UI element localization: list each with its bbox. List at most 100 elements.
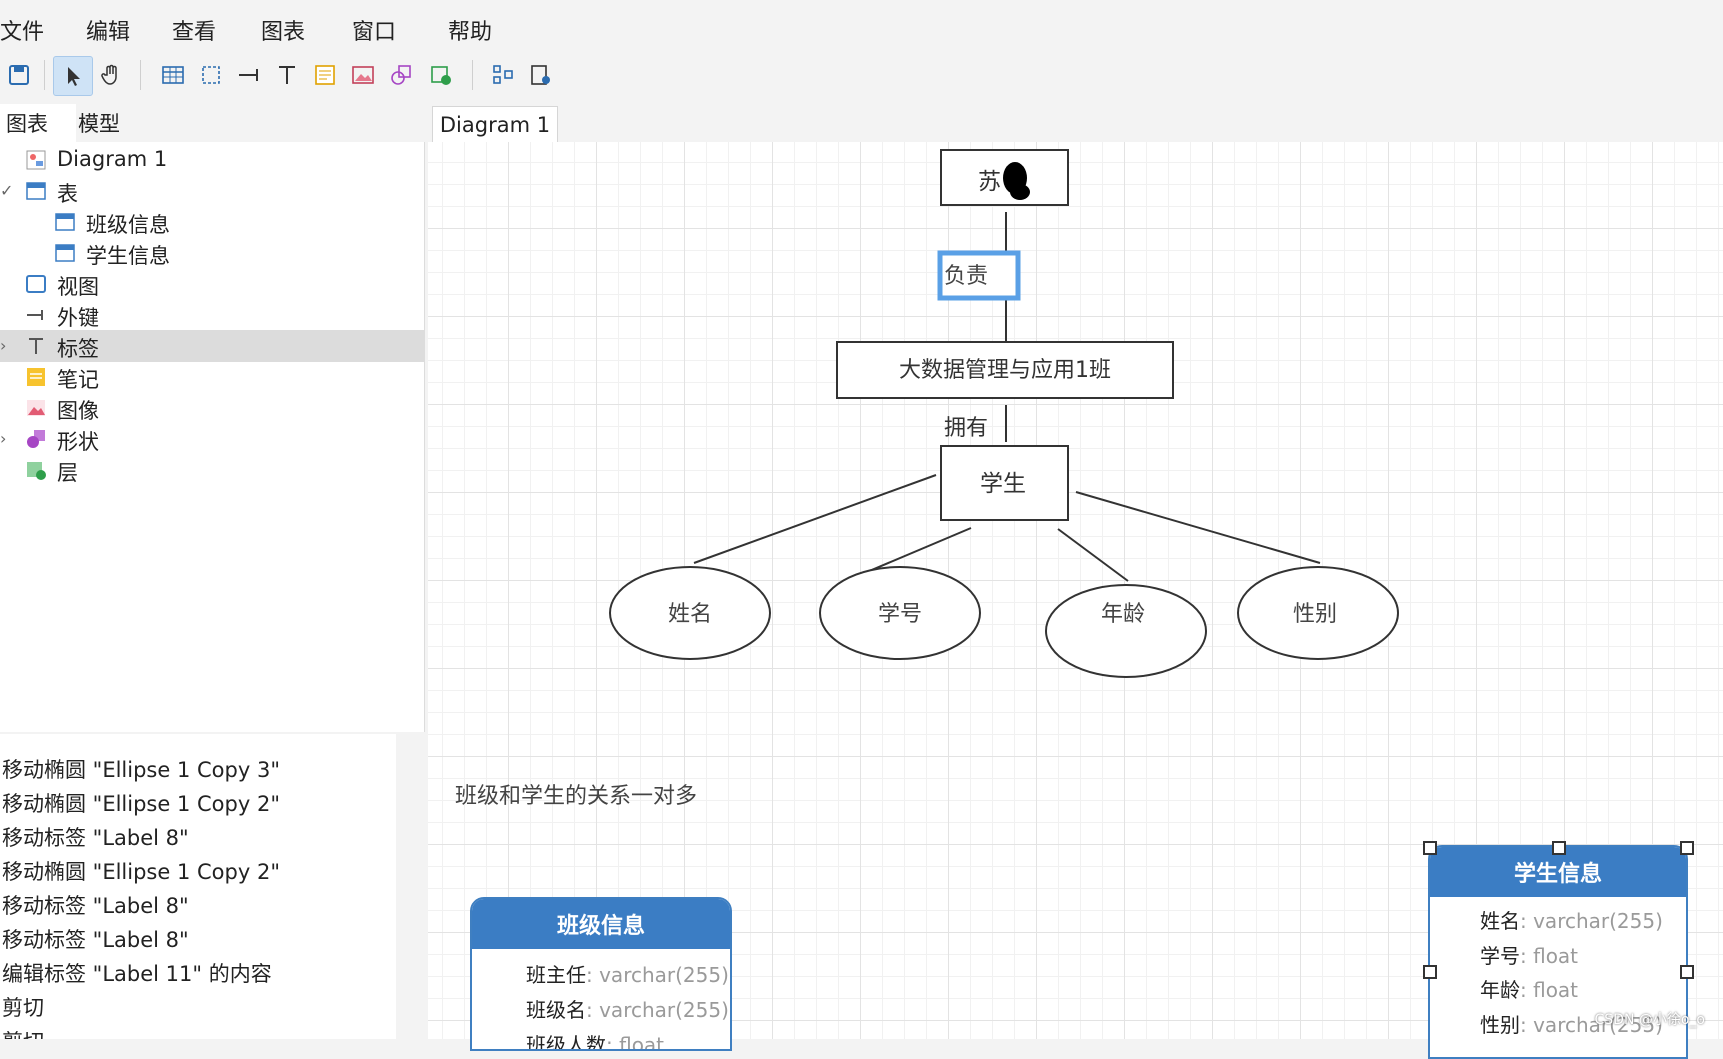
tree-item[interactable]: 外键 xyxy=(0,299,424,331)
attribute-label: 性别 xyxy=(1293,602,1337,627)
tab-model[interactable]: 模型 xyxy=(72,104,148,142)
foreign-key-icon xyxy=(25,304,47,326)
expand-arrow-icon[interactable]: ✓ xyxy=(0,181,13,200)
history-item[interactable]: 移动椭圆 "Ellipse 1 Copy 3" xyxy=(2,754,280,784)
history-item[interactable]: 移动椭圆 "Ellipse 1 Copy 2" xyxy=(2,788,280,818)
attribute-ellipse-age[interactable] xyxy=(1045,584,1207,678)
tree-item-label: 笔记 xyxy=(57,368,99,392)
tree-item-label: 班级信息 xyxy=(86,213,170,237)
tree-item-label: 标签 xyxy=(57,337,99,361)
toolbar-separator xyxy=(140,60,141,90)
table-field: 年龄: float xyxy=(1480,978,1579,1002)
tree-item[interactable]: 图像 xyxy=(0,392,424,424)
new-table-button[interactable] xyxy=(154,56,192,94)
save-button[interactable] xyxy=(0,56,38,94)
connector-line xyxy=(693,474,937,564)
view-icon xyxy=(202,66,220,84)
history-item[interactable]: 移动标签 "Label 8" xyxy=(2,890,189,920)
toolbar xyxy=(0,52,1723,100)
resize-handle[interactable] xyxy=(1423,841,1437,855)
menu-bar: 文件 编辑 查看 图表 窗口 帮助 xyxy=(0,0,1723,52)
hand-icon xyxy=(101,64,117,85)
save-icon xyxy=(9,65,29,85)
resize-handle[interactable] xyxy=(1552,841,1566,855)
menu-diagram[interactable]: 图表 xyxy=(261,14,305,46)
tree-item[interactable]: 视图 xyxy=(0,268,424,300)
tree-item-label: Diagram 1 xyxy=(57,147,168,171)
tree-item-label: 图像 xyxy=(57,399,99,423)
tree-item[interactable]: › 形状 xyxy=(0,423,424,455)
table-field: 班级名: varchar(255) xyxy=(526,998,729,1022)
layer-tool-button[interactable] xyxy=(422,56,460,94)
redaction-blot xyxy=(1010,184,1030,200)
tab-diagram[interactable]: 图表 xyxy=(0,104,76,142)
relation-label-owns: 拥有 xyxy=(944,416,988,441)
properties-button[interactable] xyxy=(522,56,560,94)
table-field: 班级人数: float xyxy=(526,1033,665,1051)
properties-icon xyxy=(531,65,550,85)
table-icon xyxy=(25,180,47,202)
expand-arrow-icon[interactable]: › xyxy=(0,429,6,448)
resize-handle[interactable] xyxy=(1680,965,1694,979)
note-tool-button[interactable] xyxy=(306,56,344,94)
shape-icon xyxy=(391,65,411,85)
resize-handle[interactable] xyxy=(1680,841,1694,855)
tree-item[interactable]: 笔记 xyxy=(0,361,424,393)
tree-item-label: 形状 xyxy=(57,430,99,454)
expand-arrow-icon[interactable]: › xyxy=(0,336,6,355)
foreign-key-button[interactable] xyxy=(230,56,268,94)
new-view-button[interactable] xyxy=(192,56,230,94)
table-entity-class-info[interactable]: 班级信息 班主任: varchar(255) 班级名: varchar(255)… xyxy=(470,897,732,1051)
menu-file[interactable]: 文件 xyxy=(0,14,44,46)
menu-help[interactable]: 帮助 xyxy=(448,14,492,46)
layout-icon xyxy=(493,65,513,84)
table-icon xyxy=(162,66,184,84)
toolbar-separator xyxy=(472,60,473,90)
image-icon xyxy=(25,397,47,419)
tree-item-label: 层 xyxy=(57,461,78,485)
pointer-icon xyxy=(68,67,80,86)
view-icon xyxy=(25,273,47,295)
history-item[interactable]: 剪切 xyxy=(2,992,44,1022)
image-tool-button[interactable] xyxy=(344,56,382,94)
foreign-key-icon xyxy=(239,69,258,81)
history-item[interactable]: 移动标签 "Label 8" xyxy=(2,924,189,954)
menu-window[interactable]: 窗口 xyxy=(352,14,396,46)
shape-icon xyxy=(25,428,47,450)
tree-item[interactable]: › 标签 xyxy=(0,330,424,362)
tree-item[interactable]: 学生信息 xyxy=(0,237,424,269)
history-item[interactable]: 移动椭圆 "Ellipse 1 Copy 2" xyxy=(2,856,280,886)
tree-item[interactable]: ✓ 表 xyxy=(0,175,424,207)
resize-handle[interactable] xyxy=(1423,965,1437,979)
tab-diagram-1[interactable]: Diagram 1 xyxy=(432,106,558,143)
tree-item[interactable]: Diagram 1 xyxy=(0,144,424,176)
tree-item-label: 视图 xyxy=(57,275,99,299)
label-icon xyxy=(25,335,47,357)
label-tool-button[interactable] xyxy=(268,56,306,94)
entity-box-top-label: 苏 xyxy=(978,169,1001,195)
history-item[interactable]: 编辑标签 "Label 11" 的内容 xyxy=(2,958,272,988)
menu-edit[interactable]: 编辑 xyxy=(86,14,130,46)
tree-item[interactable]: 层 xyxy=(0,454,424,486)
entity-box-class-label: 大数据管理与应用1班 xyxy=(899,358,1111,383)
attribute-label: 年龄 xyxy=(1101,602,1145,627)
history-item[interactable]: 剪切 xyxy=(2,1026,44,1039)
diagram-icon xyxy=(25,149,47,171)
tree-item[interactable]: 班级信息 xyxy=(0,206,424,238)
history-panel: 移动椭圆 "Ellipse 1 Copy 3" 移动椭圆 "Ellipse 1 C… xyxy=(0,734,396,1039)
tree-item-label: 外键 xyxy=(57,306,99,330)
table-entity-title: 班级信息 xyxy=(472,899,730,949)
select-tool-button[interactable] xyxy=(53,56,93,96)
history-item[interactable]: 移动标签 "Label 8" xyxy=(2,822,189,852)
shape-tool-button[interactable] xyxy=(382,56,420,94)
attribute-label: 姓名 xyxy=(668,602,712,627)
note-icon xyxy=(315,65,335,85)
relationship-note-label[interactable]: 班级和学生的关系一对多 xyxy=(455,778,697,810)
hand-tool-button[interactable] xyxy=(92,56,130,94)
auto-layout-button[interactable] xyxy=(484,56,522,94)
tree-item-label: 表 xyxy=(57,182,78,206)
tree-item-label: 学生信息 xyxy=(86,244,170,268)
layer-icon xyxy=(431,66,451,85)
table-field: 学号: float xyxy=(1480,944,1579,968)
menu-view[interactable]: 查看 xyxy=(172,14,216,46)
